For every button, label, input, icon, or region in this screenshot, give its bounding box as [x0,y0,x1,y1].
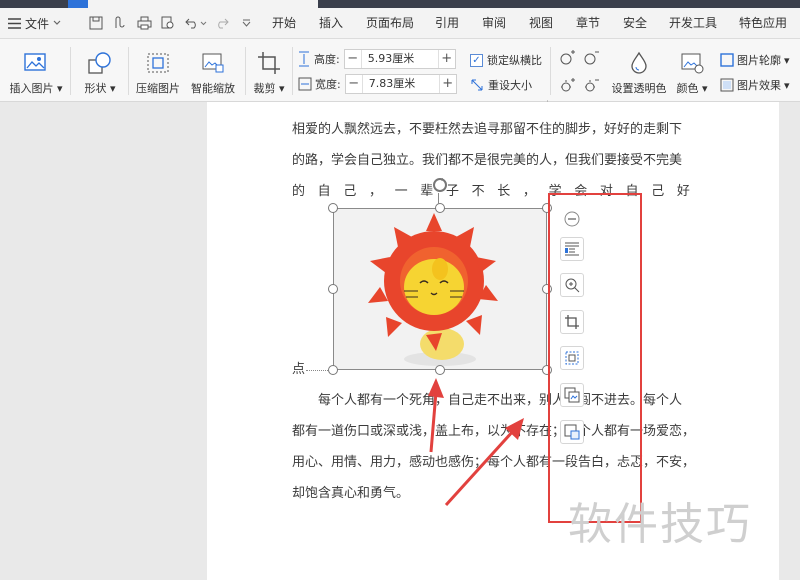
char: 不 [471,184,485,199]
chevron-down-icon [53,20,61,25]
width-label: 宽度: [315,78,341,91]
redo-icon[interactable] [212,8,232,38]
annotation-highlight-box [548,193,642,523]
char: 己 [343,184,357,199]
width-icon [298,77,312,91]
tab-developer[interactable]: 开发工具 [669,8,717,38]
char: 好 [676,184,690,199]
height-increase-button[interactable]: + [439,50,455,68]
menu-bar: 文件 开始 插入 页面布局 引用 审阅 视图 章节 安全 开发工具 特色应用 [0,8,800,39]
dialog-launcher-icon[interactable] [542,95,549,107]
compress-picture-button[interactable]: 压缩图片 [134,49,182,96]
height-stepper[interactable]: − 5.93厘米 + [343,49,456,69]
brightness-up-icon[interactable] [558,49,578,67]
picture-outline-button[interactable]: 图片轮廓 ▾ [720,52,790,68]
file-menu-label: 文件 [25,16,50,31]
resize-handle-top-left[interactable] [328,203,338,213]
picture-tools-ribbon: 插入图片 ▾ 形状 ▾ 压缩图片 智能缩放 裁剪 ▾ 高度: − 5.93厘米 … [0,39,800,107]
resize-handle-bottom[interactable] [435,365,445,375]
paragraph-line: 点 [292,362,306,377]
picture-icon [24,53,46,71]
tab-security[interactable]: 安全 [623,8,647,38]
title-bar [0,0,800,8]
file-menu-button[interactable]: 文件 [8,8,61,38]
char: ， [368,184,382,199]
outline-icon [720,53,734,67]
selected-picture[interactable] [333,208,547,370]
tab-review[interactable]: 审阅 [482,8,506,38]
print-icon[interactable] [134,8,154,38]
height-row: 高度: − 5.93厘米 + [298,49,456,69]
height-input[interactable]: 5.93厘米 [360,50,439,68]
char: 长 [497,184,511,199]
height-icon [299,51,309,67]
tab-home[interactable]: 开始 [272,8,296,38]
width-decrease-button[interactable]: − [346,75,362,93]
resize-handle-top[interactable] [435,203,445,213]
char: ， [522,184,536,199]
tab-insert[interactable]: 插入 [319,8,343,38]
crop-button[interactable]: 裁剪 ▾ [251,49,287,96]
height-decrease-button[interactable]: − [345,50,361,68]
reset-size-icon [471,79,483,91]
smart-zoom-button[interactable]: 智能缩放 [188,49,238,96]
paragraph-line: 的路，学会自己独立。我们都不是很完美的人，但我们要接受不完美 [292,153,683,168]
shape-icon [88,52,111,74]
hamburger-icon [8,17,21,29]
lion-toy-image [334,209,546,369]
print-preview-icon[interactable] [158,8,178,38]
rotate-handle-icon[interactable] [432,177,448,193]
reset-size-button[interactable]: 重设大小 [470,77,532,93]
color-button[interactable]: 颜色 ▾ [676,49,708,96]
undo-dropdown-icon[interactable] [198,8,208,38]
effects-icon [720,78,734,92]
document-tab[interactable] [68,0,318,8]
resize-handle-left[interactable] [328,284,338,294]
width-input[interactable]: 7.83厘米 [361,75,440,93]
width-stepper[interactable]: − 7.83厘米 + [344,74,457,94]
lock-aspect-ratio-checkbox[interactable]: ✓ 锁定纵横比 [470,52,542,68]
resize-handle-bottom-left[interactable] [328,365,338,375]
color-icon [681,53,704,74]
brightness-down-icon[interactable] [582,49,602,67]
crop-icon [258,52,280,74]
save-icon[interactable] [86,8,106,38]
tab-special-apps[interactable]: 特色应用 [739,8,787,38]
rotate-handle-stem [438,193,439,204]
transparent-color-icon [631,51,647,74]
char: 的 [292,184,306,199]
checkmark-icon: ✓ [470,53,483,67]
char: 自 [317,184,331,199]
customize-toolbar-icon[interactable] [236,8,256,38]
paragraph-line: 相爱的人飘然远去，不要枉然去追寻那留不住的脚步，好好的走剩下 [292,122,683,137]
height-label: 高度: [314,53,340,66]
set-transparent-color-button[interactable]: 设置透明色 [610,49,668,96]
contrast-up-icon[interactable] [558,77,578,95]
insert-picture-button[interactable]: 插入图片 ▾ [8,49,64,96]
tab-page-layout[interactable]: 页面布局 [366,8,414,38]
output-pdf-icon[interactable] [110,8,130,38]
paragraph-line: 却饱含真心和勇气。 [292,486,410,501]
tab-view[interactable]: 视图 [529,8,553,38]
watermark: 软件技巧 [568,499,752,550]
smart-zoom-icon [202,53,224,73]
compress-icon [147,53,169,73]
char: 一 [394,184,408,199]
contrast-down-icon[interactable] [582,77,602,95]
shape-button[interactable]: 形状 ▾ [80,49,120,96]
width-increase-button[interactable]: + [440,75,456,93]
tab-chapter[interactable]: 章节 [576,8,600,38]
width-row: 宽度: − 7.83厘米 + [298,74,457,94]
tab-references[interactable]: 引用 [435,8,459,38]
document-tab-indicator [68,0,88,8]
char: 己 [651,184,665,199]
picture-effects-button[interactable]: 图片效果 ▾ [720,77,790,93]
